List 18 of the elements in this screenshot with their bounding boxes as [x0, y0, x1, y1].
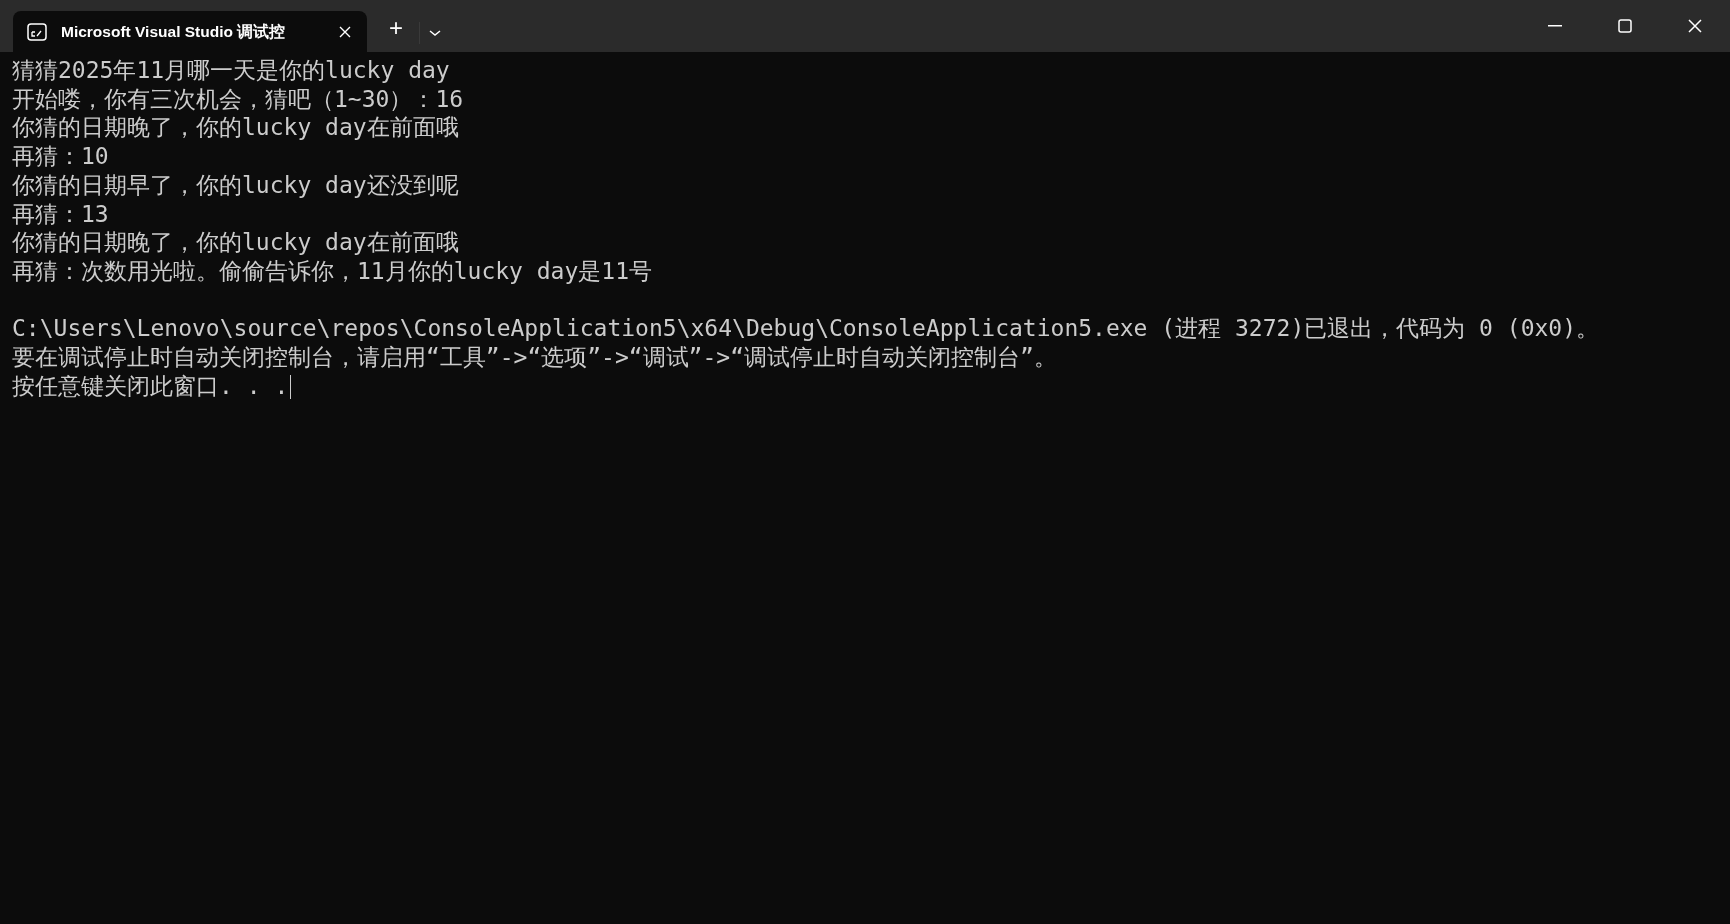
maximize-icon — [1618, 19, 1632, 33]
console-output-line: 开始喽，你有三次机会，猜吧（1~30）：16 — [12, 84, 464, 114]
console-output-line: 你猜的日期早了，你的lucky day还没到呢 — [12, 170, 459, 200]
console-output-line: 你猜的日期晚了，你的lucky day在前面哦 — [12, 228, 459, 257]
close-icon — [1688, 19, 1702, 33]
chevron-down-icon — [428, 28, 442, 38]
console-output-line: 你猜的日期晚了，你的lucky day在前面哦 — [12, 113, 459, 143]
console-icon — [27, 22, 47, 41]
console-message-line: 要在调试停止时自动关闭控制台，请启用“工具”->“选项”->“调试”->“调试停止时自动关闭控制台”。 — [12, 343, 1057, 372]
console-tab[interactable]: Microsoft Visual Studio 调试控 — [13, 11, 367, 52]
console-output-line: 再猜：次数用光啦。偷偷告诉你，11月你的lucky day是11号 — [12, 256, 652, 286]
console-output-line: 再猜：10 — [12, 142, 109, 171]
console-output-line: 再猜：13 — [12, 199, 109, 229]
new-tab-button[interactable]: + — [381, 12, 411, 44]
console-message-line: C:\Users\Lenovo\source\repos\ConsoleApplication5\x64\Debug\ConsoleApplication5.exe (进程 3272)已退出，代码为 0 (0x0)。 — [12, 314, 1600, 343]
minimize-icon — [1548, 25, 1562, 27]
console-output-line: 猜猜2025年11月哪一天是你的lucky day — [12, 56, 450, 85]
console-message-line: 按任意键关闭此窗口. . . — [12, 371, 289, 401]
